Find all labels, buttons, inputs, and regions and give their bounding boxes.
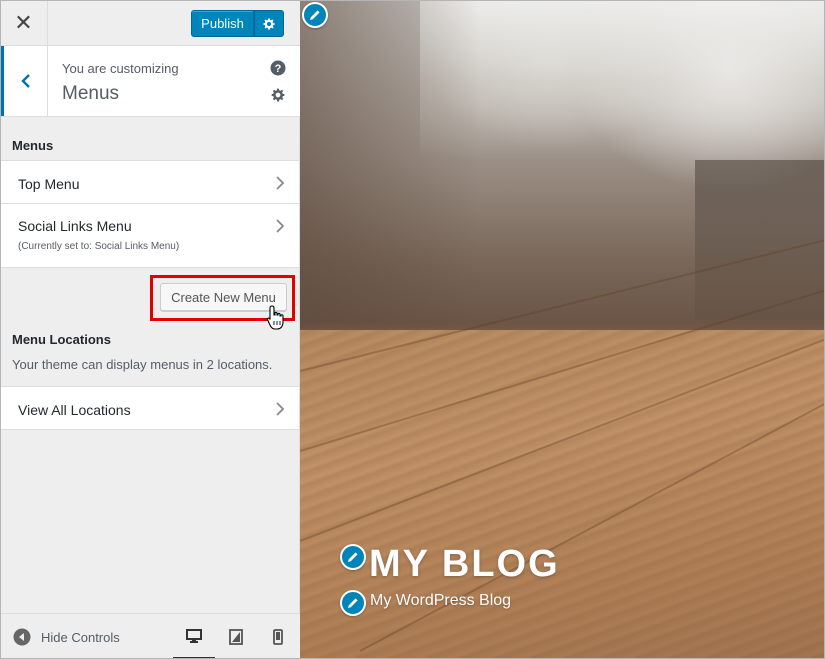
help-icon: ? — [270, 60, 286, 76]
customizer-header: ✕ Publish — [0, 0, 300, 46]
edit-header-shortcut[interactable] — [302, 2, 328, 28]
customizer-footer: Hide Controls — [0, 613, 300, 659]
section-settings-button[interactable] — [270, 87, 286, 103]
chevron-right-icon — [276, 176, 285, 190]
pencil-icon — [348, 598, 358, 608]
edit-site-title-shortcut[interactable] — [340, 544, 366, 570]
chevron-right-icon — [276, 402, 285, 416]
svg-text:?: ? — [275, 63, 282, 75]
mobile-icon — [273, 629, 283, 645]
customizing-info-panel: You are customizing Menus ? — [0, 46, 300, 117]
edit-tagline-shortcut[interactable] — [340, 590, 366, 616]
publish-button[interactable]: Publish — [191, 10, 254, 37]
menu-locations-heading: Menu Locations — [12, 332, 111, 347]
view-all-locations-item[interactable]: View All Locations — [1, 386, 299, 430]
menus-heading: Menus — [12, 138, 54, 153]
preview-window-glow — [420, 0, 825, 160]
chevron-left-icon — [20, 74, 30, 88]
site-preview[interactable]: MY BLOG My WordPress Blog — [300, 0, 825, 659]
menu-item-label: Top Menu — [18, 176, 80, 192]
close-icon: ✕ — [14, 10, 33, 35]
site-tagline[interactable]: My WordPress Blog — [370, 592, 511, 610]
gear-icon — [263, 17, 275, 30]
tablet-icon — [229, 629, 243, 645]
gear-icon — [271, 88, 285, 102]
back-button[interactable] — [0, 46, 48, 116]
hide-controls-button[interactable]: Hide Controls — [13, 628, 120, 646]
pencil-icon — [310, 10, 320, 20]
hide-controls-label: Hide Controls — [41, 629, 120, 645]
close-customizer-button[interactable]: ✕ — [0, 0, 48, 46]
preview-mobile-button[interactable] — [257, 614, 299, 659]
menu-item-top-menu[interactable]: Top Menu — [1, 160, 299, 204]
site-title[interactable]: MY BLOG — [369, 543, 560, 586]
collapse-arrow-icon — [13, 628, 31, 646]
hand-cursor-icon — [266, 305, 284, 330]
preview-tablet-button[interactable] — [215, 614, 257, 659]
customizing-label: You are customizing — [62, 61, 179, 76]
view-all-locations-label: View All Locations — [18, 402, 131, 418]
chevron-right-icon — [276, 219, 285, 233]
menu-locations-description: Your theme can display menus in 2 locati… — [12, 357, 273, 372]
desktop-icon — [186, 628, 202, 643]
panel-title: Menus — [62, 83, 120, 104]
menu-item-social-links[interactable]: Social Links Menu (Currently set to: Soc… — [1, 203, 299, 268]
preview-desktop-button[interactable] — [173, 614, 215, 659]
publish-settings-button[interactable] — [254, 10, 284, 37]
customizer-sidebar: ✕ Publish You are customizing Menus ? Me… — [0, 0, 300, 659]
pencil-icon — [348, 552, 358, 562]
menu-item-label: Social Links Menu — [18, 218, 132, 234]
publish-group: Publish — [191, 10, 284, 37]
help-button[interactable]: ? — [270, 60, 286, 76]
menu-item-sublabel: (Currently set to: Social Links Menu) — [18, 241, 180, 252]
